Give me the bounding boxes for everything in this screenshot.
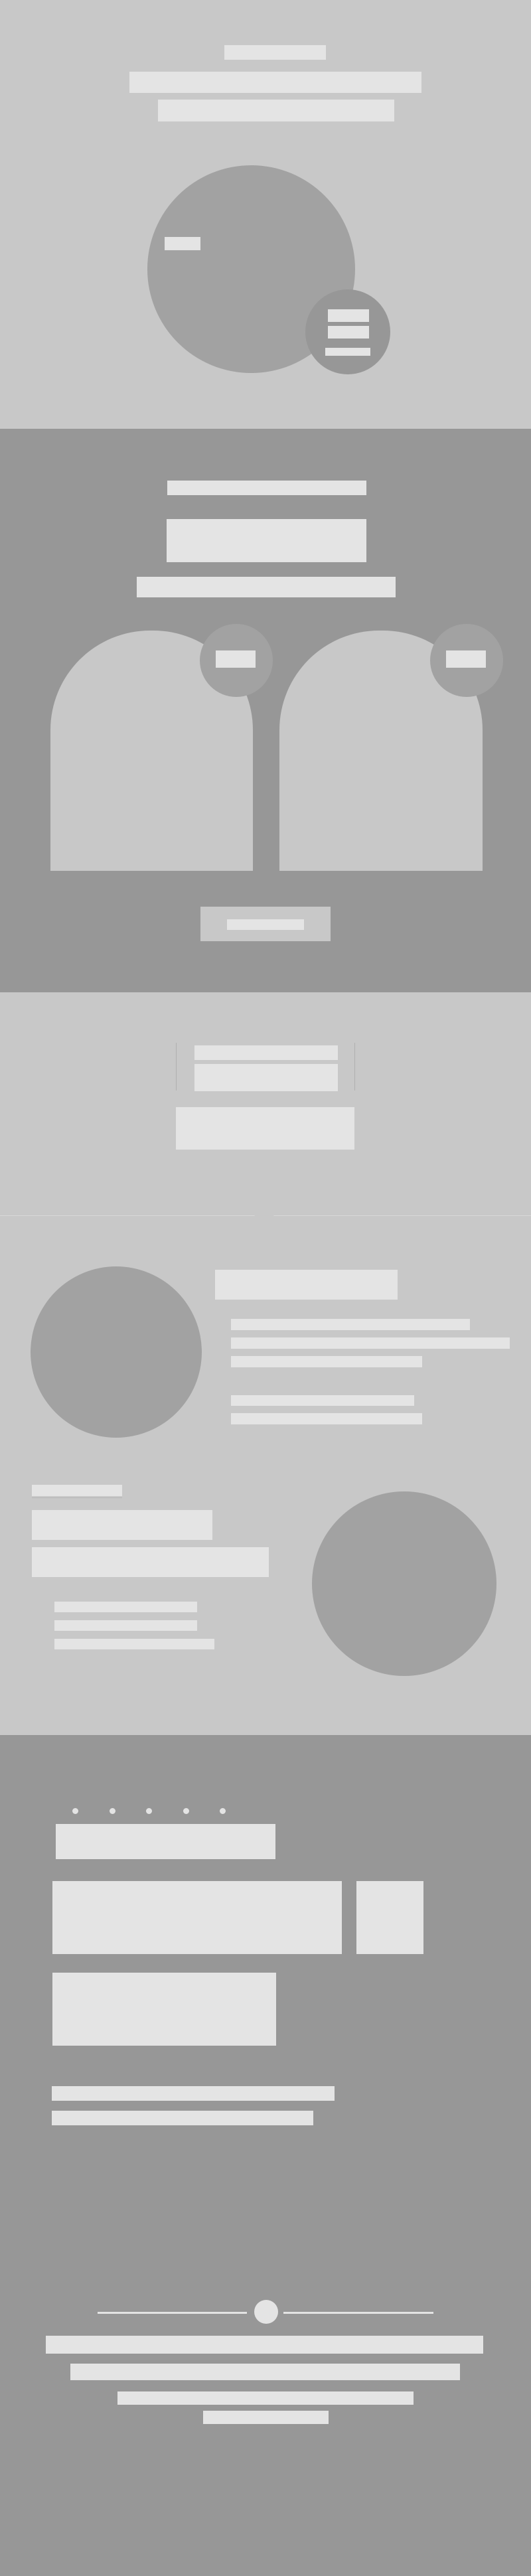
feature2-title-line1 xyxy=(32,1510,212,1540)
feature2-kicker xyxy=(32,1485,122,1496)
content-dot[interactable] xyxy=(220,1808,226,1814)
cards-subtitle xyxy=(137,577,396,597)
feature2-text-line3 xyxy=(54,1639,214,1649)
cards-section xyxy=(0,429,531,992)
content-dot[interactable] xyxy=(72,1808,78,1814)
feature2-kicker-underline xyxy=(32,1497,122,1498)
cta-section xyxy=(0,992,531,1216)
content-dot[interactable] xyxy=(109,1808,115,1814)
feature2-image-circle xyxy=(312,1491,496,1676)
cta-button[interactable] xyxy=(176,1107,354,1150)
cards-kicker xyxy=(167,481,366,495)
footer-line4 xyxy=(203,2411,329,2424)
card-right-badge-label xyxy=(446,650,486,668)
content-title xyxy=(56,1824,275,1859)
cta-title-line2 xyxy=(194,1064,338,1091)
hero-image-label xyxy=(165,237,200,250)
content-block-small xyxy=(356,1881,423,1954)
footer-separator-dot xyxy=(254,2300,278,2324)
feature1-text-line2 xyxy=(231,1337,510,1349)
hero-badge-line3 xyxy=(325,348,370,356)
feature2-title-line2 xyxy=(32,1547,269,1577)
hero-badge-line1 xyxy=(328,309,369,322)
cards-cta-label xyxy=(227,919,304,930)
feature2-text-line2 xyxy=(54,1620,197,1631)
footer-line3 xyxy=(117,2391,414,2405)
content-block-medium xyxy=(52,1973,276,2046)
feature1-text-line5 xyxy=(231,1413,422,1424)
features-section xyxy=(0,1216,531,1735)
hero-title-line1 xyxy=(129,72,421,93)
hero-badge-line2 xyxy=(328,326,369,339)
cards-title xyxy=(167,519,366,562)
feature1-image-circle xyxy=(31,1266,202,1438)
content-dot[interactable] xyxy=(183,1808,189,1814)
feature1-text-line3 xyxy=(231,1356,422,1367)
card-left-badge-label xyxy=(216,650,256,668)
feature1-text-line1 xyxy=(231,1319,470,1330)
content-text-line1 xyxy=(52,2086,335,2101)
content-dot[interactable] xyxy=(146,1808,152,1814)
feature1-text-line4 xyxy=(231,1395,414,1406)
feature2-text-line1 xyxy=(54,1602,197,1612)
hero-title-line2 xyxy=(158,100,394,121)
footer-separator-right xyxy=(283,2312,433,2314)
footer-separator-left xyxy=(98,2312,247,2314)
content-dots xyxy=(0,1808,531,1816)
content-block-large xyxy=(52,1881,342,1954)
cta-title-line1 xyxy=(194,1045,338,1060)
hero-kicker xyxy=(224,45,326,60)
footer-line1 xyxy=(46,2336,483,2354)
feature1-title xyxy=(215,1270,398,1300)
footer-line2 xyxy=(70,2364,460,2380)
content-section xyxy=(0,1735,531,2576)
content-text-line2 xyxy=(52,2111,313,2125)
hero-section xyxy=(0,0,531,429)
